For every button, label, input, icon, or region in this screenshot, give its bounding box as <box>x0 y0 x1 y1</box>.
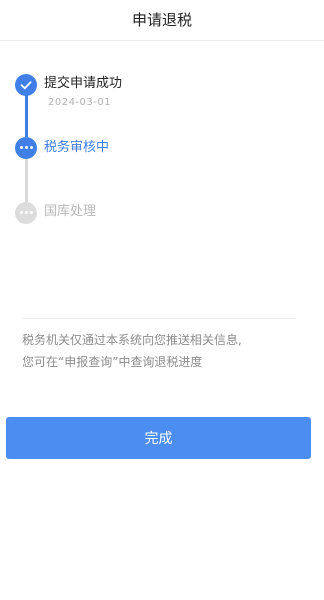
ellipsis-icon <box>15 137 37 159</box>
divider <box>22 318 296 319</box>
step-date-submitted: 2024-03-01 <box>48 97 112 108</box>
step-label-treasury: 国库处理 <box>44 204 97 219</box>
notice-text: 税务机关仅通过本系统向您推送相关信息, 您可在“申报查询”中查询退税进度 <box>22 329 306 373</box>
progress-steps: 提交申请成功 2024-03-01 税务审核中 国库处理 <box>0 0 324 300</box>
step-label-submitted: 提交申请成功 <box>44 76 123 91</box>
done-button[interactable]: 完成 <box>6 417 311 459</box>
check-icon <box>15 74 37 96</box>
step-label-reviewing: 税务审核中 <box>44 140 110 155</box>
ellipsis-icon <box>15 202 37 224</box>
step-connector-completed <box>25 95 28 137</box>
notice-line: 您可在“申报查询”中查询退税进度 <box>22 355 203 369</box>
step-connector-pending <box>25 158 28 202</box>
notice-line: 税务机关仅通过本系统向您推送相关信息, <box>22 333 242 347</box>
